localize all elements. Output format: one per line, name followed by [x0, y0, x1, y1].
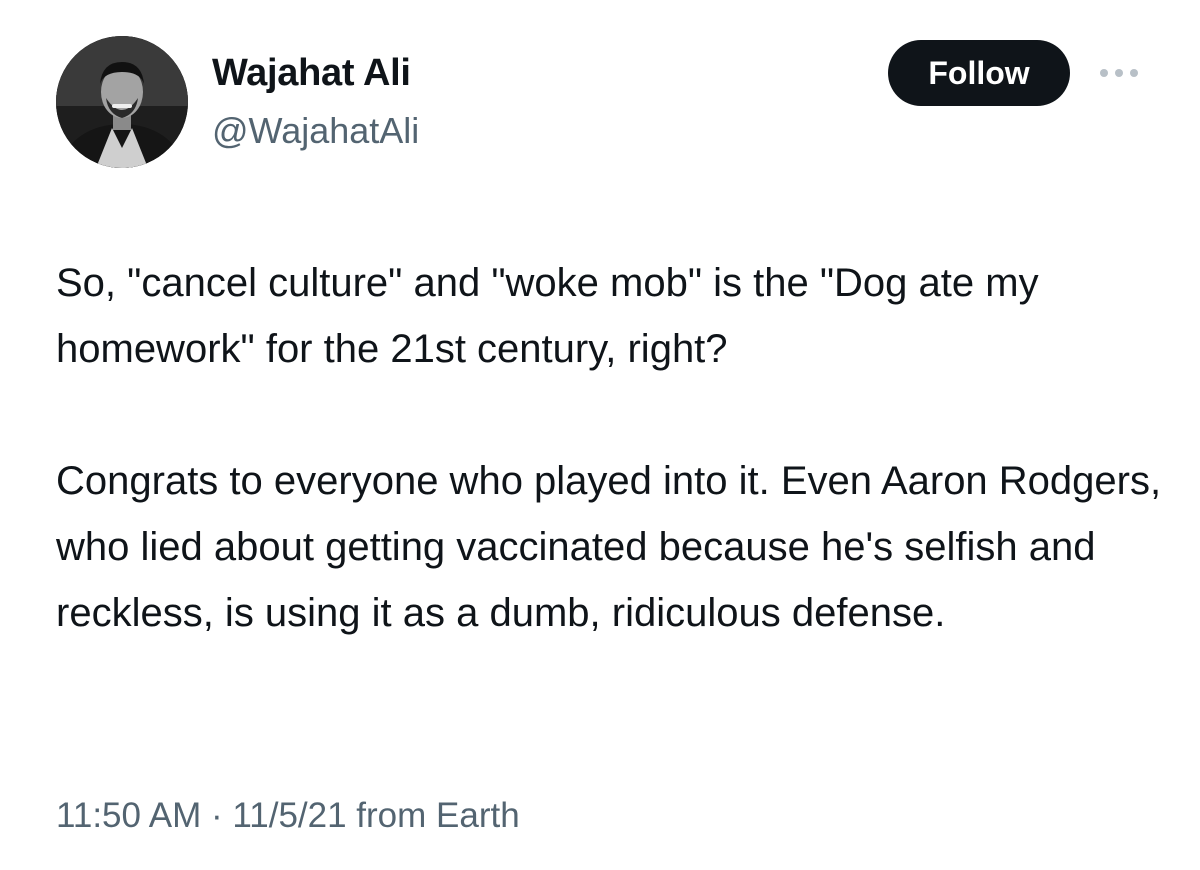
- author-name[interactable]: Wajahat Ali: [212, 52, 411, 95]
- profile-photo-icon: [56, 36, 188, 168]
- tweet-card: Wajahat Ali @WajahatAli Follow So, "canc…: [0, 0, 1200, 870]
- avatar[interactable]: [56, 36, 188, 168]
- tweet-paragraph: So, "cancel culture" and "woke mob" is t…: [56, 261, 1039, 371]
- tweet-text: So, "cancel culture" and "woke mob" is t…: [56, 250, 1166, 646]
- author-handle[interactable]: @WajahatAli: [212, 110, 419, 152]
- more-options-button[interactable]: [1094, 58, 1144, 88]
- tweet-timestamp[interactable]: 11:50 AM · 11/5/21 from Earth: [56, 796, 520, 836]
- follow-button[interactable]: Follow: [888, 40, 1070, 106]
- tweet-paragraph: Congrats to everyone who played into it.…: [56, 459, 1162, 635]
- more-dots-icon: [1100, 69, 1138, 77]
